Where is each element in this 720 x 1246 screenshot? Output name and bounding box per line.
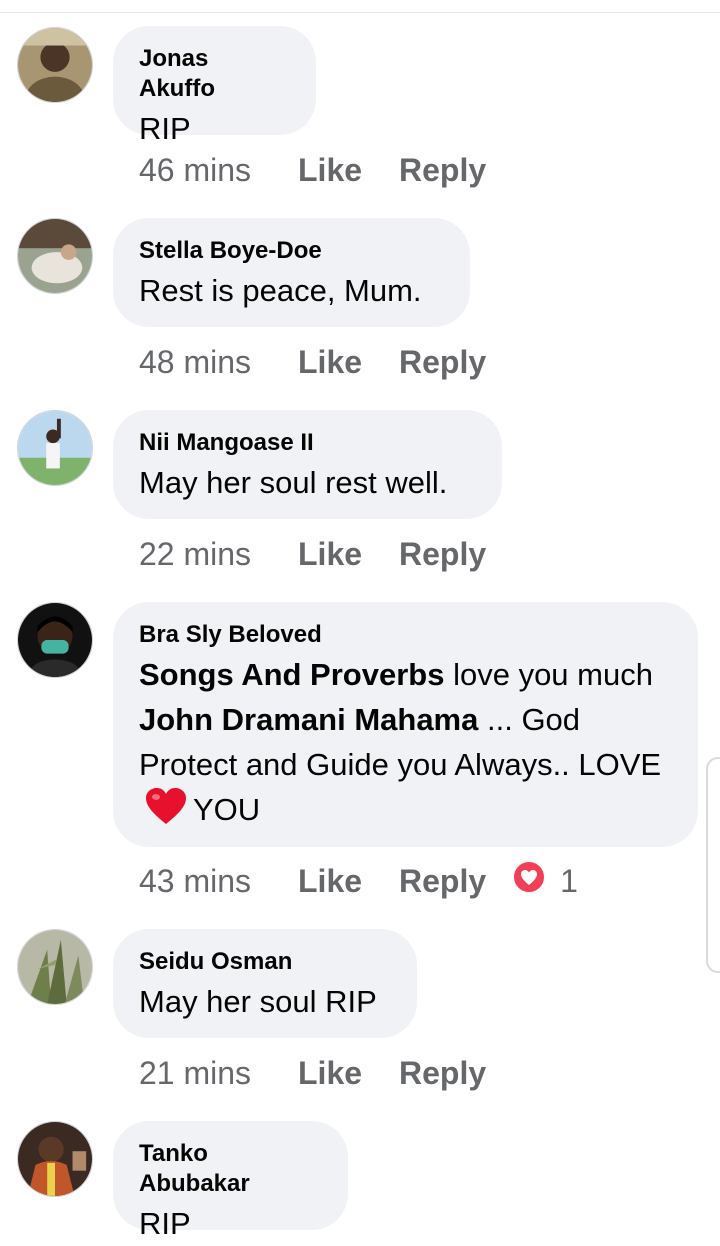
comment-author[interactable]: Jonas Akuffo — [139, 44, 290, 104]
comment-time[interactable]: 46 mins — [139, 152, 298, 189]
like-button[interactable]: Like — [298, 1055, 399, 1092]
comment-time[interactable]: 48 mins — [139, 344, 298, 381]
comment-time[interactable]: 21 mins — [139, 1055, 298, 1092]
heart-emoji-icon — [145, 788, 187, 838]
comment-bubble: Nii Mangoase II May her soul rest well. — [113, 410, 502, 519]
avatar[interactable] — [17, 1121, 93, 1197]
reply-button[interactable]: Reply — [399, 152, 486, 189]
like-button[interactable]: Like — [298, 863, 399, 900]
comment-author[interactable]: Seidu Osman — [139, 947, 391, 977]
comment-text: May her soul rest well. — [139, 465, 448, 500]
reply-button[interactable]: Reply — [399, 536, 486, 573]
reply-button[interactable]: Reply — [399, 344, 486, 381]
comment-actions: 46 mins Like Reply — [139, 150, 486, 190]
comment-bubble: Bra Sly Beloved Songs And Proverbs love … — [113, 602, 698, 847]
comment-actions: 21 mins Like Reply — [139, 1053, 486, 1093]
comment-text: Rest is peace, Mum. — [139, 273, 422, 308]
avatar[interactable] — [17, 410, 93, 486]
comment-time[interactable]: 22 mins — [139, 536, 298, 573]
comment-text: RIP — [139, 1206, 191, 1241]
reaction-summary[interactable]: 1 — [512, 860, 578, 902]
side-pull-tab[interactable] — [706, 757, 720, 973]
comment-author[interactable]: Tanko Abubakar — [139, 1139, 322, 1199]
comment-actions: 48 mins Like Reply — [139, 342, 486, 382]
comment-actions: 22 mins Like Reply — [139, 534, 486, 574]
comment-bubble: Seidu Osman May her soul RIP — [113, 929, 417, 1038]
comment-time[interactable]: 43 mins — [139, 863, 298, 900]
comment-author[interactable]: Bra Sly Beloved — [139, 620, 672, 650]
reply-button[interactable]: Reply — [399, 863, 486, 900]
avatar[interactable] — [17, 602, 93, 678]
avatar[interactable] — [17, 218, 93, 294]
comment-bubble: Tanko Abubakar RIP — [113, 1121, 348, 1241]
comment-text: RIP — [139, 111, 191, 146]
mention-link[interactable]: Songs And Proverbs — [139, 657, 444, 692]
like-button[interactable]: Like — [298, 536, 399, 573]
top-divider — [0, 12, 720, 13]
reply-button[interactable]: Reply — [399, 1055, 486, 1092]
love-reaction-icon — [512, 860, 547, 902]
comment-actions: 43 mins Like Reply 1 — [139, 860, 578, 902]
comment-text: Songs And Proverbs love you much John Dra… — [139, 652, 672, 838]
avatar[interactable] — [17, 929, 93, 1005]
mention-link[interactable]: John Dramani Mahama — [139, 702, 478, 737]
like-button[interactable]: Like — [298, 152, 399, 189]
comment-bubble: Jonas Akuffo RIP — [113, 26, 316, 146]
comment-text: May her soul RIP — [139, 984, 377, 1019]
comment-author[interactable]: Stella Boye-Doe — [139, 236, 444, 266]
reaction-count: 1 — [560, 862, 578, 899]
comment-author[interactable]: Nii Mangoase II — [139, 428, 476, 458]
avatar[interactable] — [17, 27, 93, 103]
like-button[interactable]: Like — [298, 344, 399, 381]
comment-bubble: Stella Boye-Doe Rest is peace, Mum. — [113, 218, 470, 327]
